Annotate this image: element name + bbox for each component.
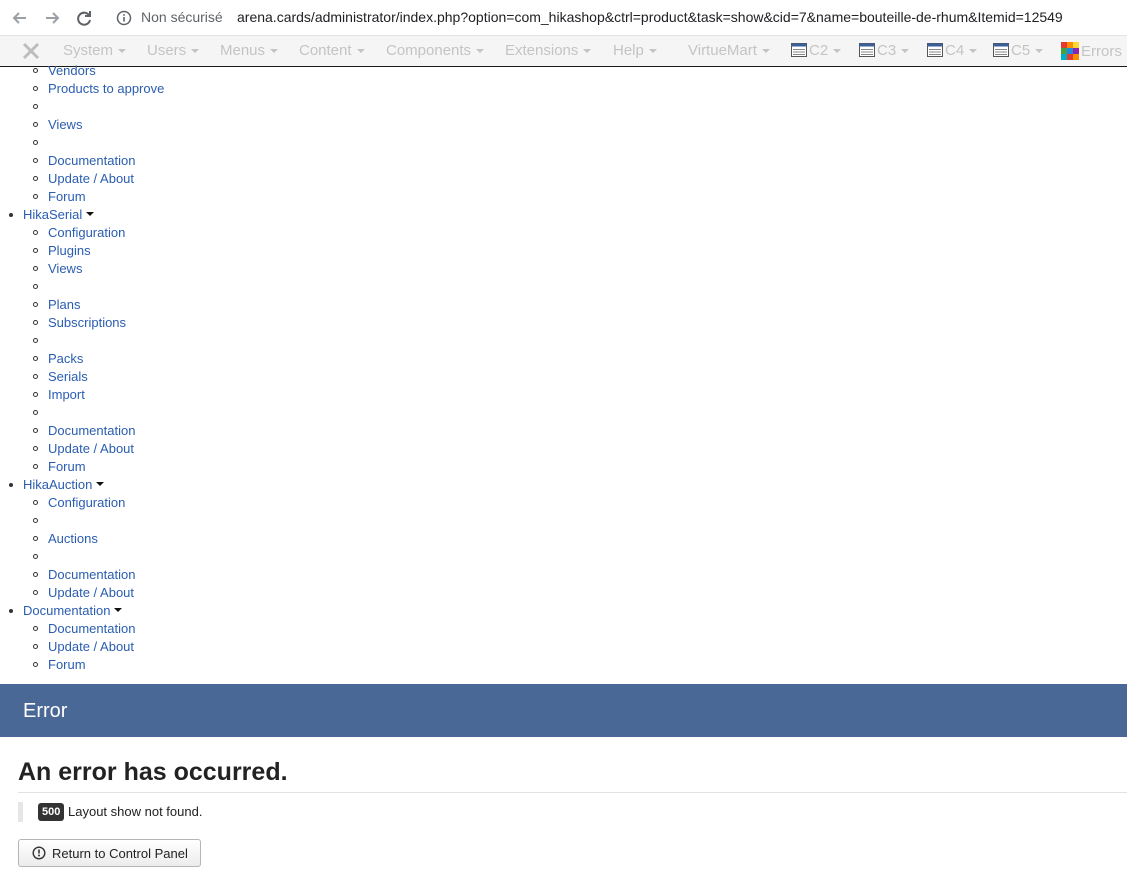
menu-content[interactable]: Content bbox=[299, 42, 365, 59]
caret-down-icon bbox=[761, 49, 770, 54]
menu-subitem-label[interactable]: Update / About bbox=[48, 440, 134, 458]
menu-system[interactable]: System bbox=[63, 42, 127, 59]
caret-down-icon bbox=[118, 49, 127, 54]
caret-down-icon bbox=[583, 49, 592, 54]
menu-c2[interactable]: C2 bbox=[791, 42, 842, 59]
menu-c3[interactable]: C3 bbox=[859, 42, 910, 59]
divider bbox=[18, 792, 1127, 793]
menu-subitem-label[interactable]: Views bbox=[48, 260, 82, 278]
browser-toolbar: Non sécurisé arena.cards/administrator/i… bbox=[0, 0, 1127, 36]
menu-subitem-label[interactable]: Plans bbox=[48, 296, 81, 314]
table-icon bbox=[993, 43, 1009, 57]
menu-help[interactable]: Help bbox=[613, 42, 657, 59]
table-icon bbox=[927, 43, 943, 57]
menu-subitem-label[interactable]: Packs bbox=[48, 350, 83, 368]
security-label: Non sécurisé bbox=[141, 9, 223, 25]
menu-group-label[interactable]: HikaAuction bbox=[23, 476, 92, 494]
return-button-label: Return to Control Panel bbox=[52, 846, 188, 861]
return-to-control-panel-button[interactable]: Return to Control Panel bbox=[18, 839, 201, 867]
back-arrow-icon[interactable] bbox=[8, 6, 32, 30]
menu-components[interactable]: Components bbox=[386, 42, 485, 59]
menu-subitem-label[interactable]: Configuration bbox=[48, 494, 125, 512]
menu-subitem-label[interactable]: Configuration bbox=[48, 224, 125, 242]
error-message: Layout show not found. bbox=[68, 804, 203, 819]
error-code-badge: 500 bbox=[38, 803, 65, 821]
table-icon bbox=[791, 43, 807, 57]
menu-subitem-label[interactable]: Documentation bbox=[48, 620, 135, 638]
dashboard-icon bbox=[32, 846, 46, 860]
caret-down-icon bbox=[191, 49, 200, 54]
menu-subitem-label[interactable]: Auctions bbox=[48, 530, 98, 548]
forward-arrow-icon[interactable] bbox=[40, 6, 64, 30]
caret-down-icon bbox=[476, 49, 485, 54]
menu-subitem-label[interactable]: Vendors bbox=[48, 62, 96, 80]
menu-subitem-label[interactable]: Serials bbox=[48, 368, 88, 386]
menu-menus[interactable]: Menus bbox=[220, 42, 279, 59]
caret-down-icon bbox=[969, 49, 978, 54]
error-message-block: 500 Layout show not found. bbox=[18, 802, 418, 822]
menu-subitem-label[interactable]: Import bbox=[48, 386, 85, 404]
error-header: Error bbox=[0, 684, 1127, 737]
caret-down-icon bbox=[356, 49, 365, 54]
menu-subitem-label[interactable]: Plugins bbox=[48, 242, 91, 260]
menu-subitem-label[interactable]: Views bbox=[48, 116, 82, 134]
caret-down-icon bbox=[833, 49, 842, 54]
menu-subitem-label[interactable]: Update / About bbox=[48, 584, 134, 602]
menu-group-label[interactable]: Documentation bbox=[23, 602, 110, 620]
menu-subitem-label[interactable]: Update / About bbox=[48, 170, 134, 188]
caret-down-icon bbox=[901, 49, 910, 54]
menu-subitem-label[interactable]: Subscriptions bbox=[48, 314, 126, 332]
menu-c5[interactable]: C5 bbox=[993, 42, 1044, 59]
menu-subitem-label[interactable]: Forum bbox=[48, 458, 86, 476]
joomla-logo-icon[interactable] bbox=[20, 42, 42, 60]
color-grid-icon bbox=[1061, 42, 1079, 60]
menu-subitem-label[interactable]: Forum bbox=[48, 188, 86, 206]
dropdown-caret-icon[interactable] bbox=[86, 212, 94, 216]
menu-c4[interactable]: C4 bbox=[927, 42, 978, 59]
menu-extensions[interactable]: Extensions bbox=[505, 42, 592, 59]
dropdown-caret-icon[interactable] bbox=[114, 608, 122, 612]
menu-subitem-label[interactable]: Products to approve bbox=[48, 80, 164, 98]
error-header-title: Error bbox=[23, 700, 68, 722]
dropdown-caret-icon[interactable] bbox=[96, 482, 104, 486]
menu-users[interactable]: Users bbox=[147, 42, 200, 59]
error-title: An error has occurred. bbox=[18, 758, 288, 786]
table-icon bbox=[859, 43, 875, 57]
menu-subitem-label[interactable]: Documentation bbox=[48, 566, 135, 584]
menu-subitem-label[interactable]: Documentation bbox=[48, 422, 135, 440]
menu-subitem-label[interactable]: Forum bbox=[48, 656, 86, 674]
info-icon[interactable] bbox=[116, 10, 132, 26]
address-bar[interactable]: Non sécurisé arena.cards/administrator/i… bbox=[108, 4, 1120, 32]
caret-down-icon bbox=[1035, 49, 1044, 54]
menu-virtuemart[interactable]: VirtueMart bbox=[688, 42, 770, 59]
reload-icon[interactable] bbox=[72, 6, 96, 30]
menu-errors[interactable]: Errors bbox=[1061, 42, 1122, 60]
url-text[interactable]: arena.cards/administrator/index.php?opti… bbox=[237, 9, 1063, 25]
menu-group-label[interactable]: HikaSerial bbox=[23, 206, 82, 224]
caret-down-icon bbox=[270, 49, 279, 54]
menu-subitem-label[interactable]: Documentation bbox=[48, 152, 135, 170]
caret-down-icon bbox=[648, 49, 657, 54]
menu-subitem-label[interactable]: Update / About bbox=[48, 638, 134, 656]
admin-menu-bar: System Users Menus Content Components Ex… bbox=[0, 36, 1127, 67]
